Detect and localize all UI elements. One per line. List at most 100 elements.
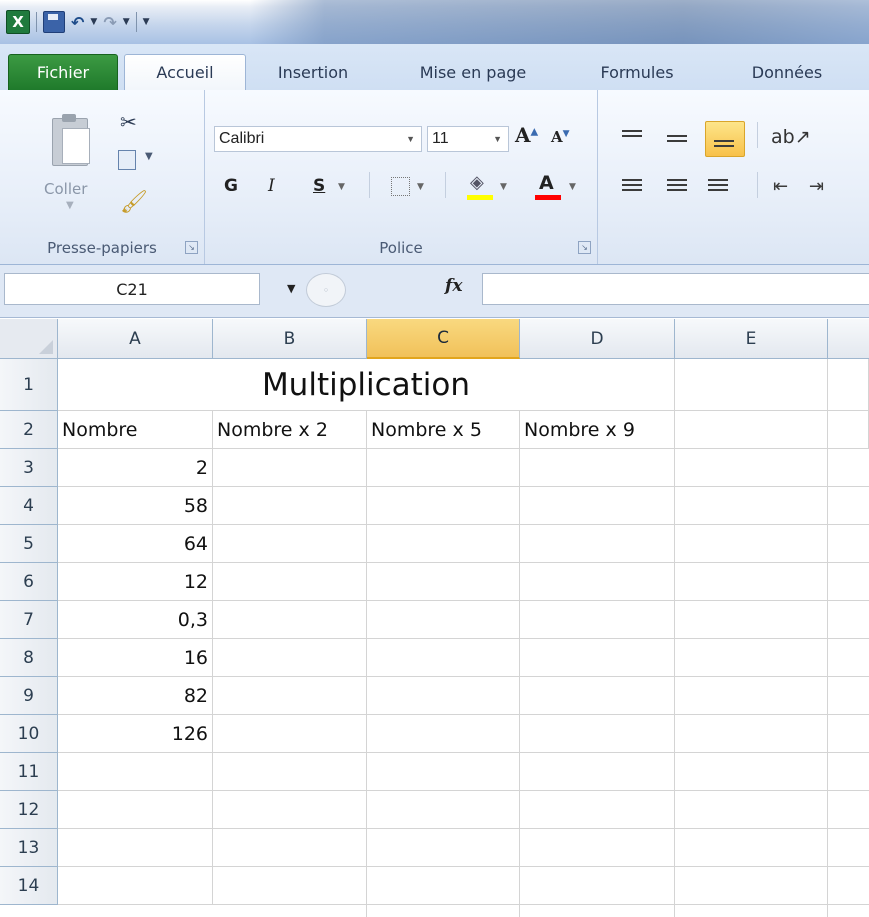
borders-dropdown-icon[interactable]: ▼ [417, 182, 424, 192]
tab-donnees[interactable]: Données [727, 55, 847, 89]
borders-icon[interactable] [391, 177, 410, 196]
insert-function-icon[interactable]: fx [445, 276, 462, 296]
paste-dropdown-icon[interactable]: ▼ [66, 200, 74, 211]
cell-a2[interactable]: Nombre [58, 411, 213, 449]
row-header-7[interactable]: 7 [0, 601, 58, 639]
paste-icon[interactable] [48, 112, 92, 168]
column-header-d[interactable]: D [520, 319, 675, 359]
name-box[interactable]: C21 [4, 273, 260, 305]
column-header-c[interactable]: C [367, 319, 520, 359]
name-box-dropdown-icon[interactable]: ▼ [287, 282, 295, 295]
row-header-3[interactable]: 3 [0, 449, 58, 487]
cell-e2[interactable] [675, 411, 828, 449]
cell-a14[interactable] [58, 867, 213, 905]
cell-a12[interactable] [58, 791, 213, 829]
column-header-e[interactable]: E [675, 319, 828, 359]
excel-app-icon[interactable]: X [6, 10, 30, 34]
orientation-icon[interactable]: ab↗ [771, 126, 811, 148]
row-header-13[interactable]: 13 [0, 829, 58, 867]
font-dialog-launcher-icon[interactable]: ↘ [578, 241, 591, 254]
cell-a13[interactable] [58, 829, 213, 867]
align-middle-icon[interactable] [667, 135, 687, 151]
font-group-label: Police [379, 239, 423, 257]
grow-font-button[interactable]: A▲ [515, 123, 538, 147]
column-header-f[interactable] [828, 319, 869, 359]
cell-a4[interactable]: 58 [58, 487, 213, 525]
select-all-button[interactable] [0, 319, 58, 359]
font-size-dropdown-icon[interactable]: ▼ [493, 134, 502, 144]
format-painter-icon[interactable]: 🖌 [120, 190, 148, 215]
tab-insertion[interactable]: Insertion [254, 55, 372, 89]
clipboard-dialog-launcher-icon[interactable]: ↘ [185, 241, 198, 254]
row-header-1[interactable]: 1 [0, 359, 58, 411]
align-left-icon[interactable] [622, 179, 642, 195]
clipboard-clip-shape [62, 114, 76, 122]
italic-button[interactable]: I [268, 176, 275, 196]
decrease-indent-icon[interactable]: ⇤ [773, 176, 788, 197]
cell-a11[interactable] [58, 753, 213, 791]
ribbon: Coller ▼ ✂ ▼ 🖌 Presse-papiers ↘ Police ↘… [0, 90, 869, 265]
formula-input[interactable] [482, 273, 869, 305]
cell-d2[interactable]: Nombre x 9 [520, 411, 675, 449]
row-header-2[interactable]: 2 [0, 411, 58, 449]
fill-color-icon[interactable]: ◈ [470, 172, 484, 193]
cell-a5[interactable]: 64 [58, 525, 213, 563]
row-header-10[interactable]: 10 [0, 715, 58, 753]
cell-f1[interactable] [828, 359, 869, 411]
grow-font-label: A [515, 123, 531, 147]
shrink-arrow-icon: ▼ [562, 129, 570, 139]
cell-a6[interactable]: 12 [58, 563, 213, 601]
save-icon[interactable] [43, 11, 65, 33]
customize-qat-icon[interactable]: ▼ [143, 17, 150, 27]
row-header-6[interactable]: 6 [0, 563, 58, 601]
row-header-8[interactable]: 8 [0, 639, 58, 677]
redo-dropdown-icon[interactable]: ▼ [123, 17, 130, 27]
cell-e1[interactable] [675, 359, 828, 411]
column-header-b[interactable]: B [213, 319, 367, 359]
fill-color-dropdown-icon[interactable]: ▼ [500, 182, 507, 192]
cell-a3[interactable]: 2 [58, 449, 213, 487]
cell-a10[interactable]: 126 [58, 715, 213, 753]
underline-dropdown-icon[interactable]: ▼ [338, 182, 345, 192]
row-header-12[interactable]: 12 [0, 791, 58, 829]
cell-f2[interactable] [828, 411, 869, 449]
cell-a8[interactable]: 16 [58, 639, 213, 677]
column-header-a[interactable]: A [58, 319, 213, 359]
font-size-select[interactable]: 11 ▼ [427, 126, 509, 152]
copy-dropdown-icon[interactable]: ▼ [145, 151, 153, 162]
tab-formules[interactable]: Formules [578, 55, 696, 89]
copy-icon[interactable] [118, 150, 136, 170]
align-center-icon[interactable] [667, 179, 687, 195]
empty-cells-region[interactable] [213, 449, 869, 917]
cell-a9[interactable]: 82 [58, 677, 213, 715]
tab-accueil[interactable]: Accueil [124, 54, 246, 90]
font-name-select[interactable]: Calibri ▼ [214, 126, 422, 152]
cut-icon[interactable]: ✂ [120, 110, 137, 134]
cell-b2[interactable]: Nombre x 2 [213, 411, 367, 449]
formula-cancel-icon[interactable]: ◦ [306, 273, 346, 307]
cell-a7[interactable]: 0,3 [58, 601, 213, 639]
redo-icon[interactable]: ↷ [103, 13, 116, 32]
cell-c2[interactable]: Nombre x 5 [367, 411, 520, 449]
paste-button-label[interactable]: Coller [44, 180, 87, 198]
row-header-9[interactable]: 9 [0, 677, 58, 715]
increase-indent-icon[interactable]: ⇥ [809, 176, 824, 197]
align-top-icon[interactable] [622, 130, 642, 146]
row-header-4[interactable]: 4 [0, 487, 58, 525]
ribbon-tabs: Fichier Accueil Insertion Mise en page F… [0, 44, 869, 91]
row-header-5[interactable]: 5 [0, 525, 58, 563]
row-header-14[interactable]: 14 [0, 867, 58, 905]
shrink-font-button[interactable]: A▼ [551, 128, 570, 146]
tab-fichier[interactable]: Fichier [8, 54, 118, 91]
title-cell-a1[interactable]: Multiplication [58, 359, 675, 411]
align-right-icon[interactable] [708, 179, 728, 195]
row-header-11[interactable]: 11 [0, 753, 58, 791]
font-color-button[interactable]: A [539, 172, 554, 194]
underline-button[interactable]: S [313, 176, 325, 196]
undo-icon[interactable]: ↶ [71, 13, 84, 32]
tab-mise-en-page[interactable]: Mise en page [393, 55, 553, 89]
font-color-dropdown-icon[interactable]: ▼ [569, 182, 576, 192]
font-name-dropdown-icon[interactable]: ▼ [406, 134, 415, 144]
undo-dropdown-icon[interactable]: ▼ [90, 17, 97, 27]
bold-button[interactable]: G [224, 176, 238, 196]
